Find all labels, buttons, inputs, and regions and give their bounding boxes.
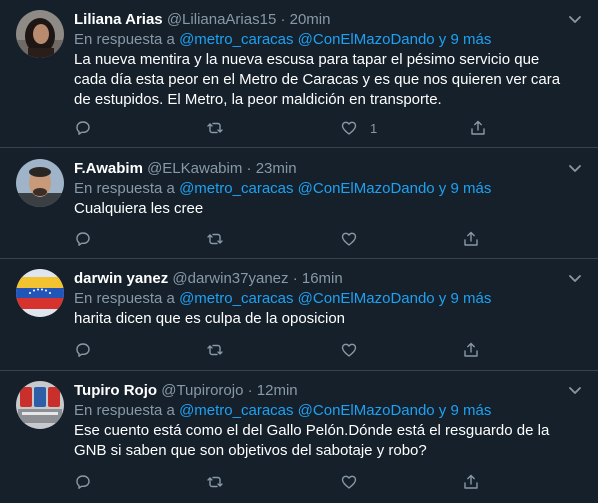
share-icon (464, 474, 478, 489)
share-button[interactable] (462, 228, 480, 250)
reply-mentions-link[interactable]: @metro_caracas @ConElMazoDando y 9 más (179, 31, 491, 48)
reply-context: En respuesta a @metro_caracas @ConElMazo… (74, 30, 584, 50)
display-name[interactable]: F.Awabim (74, 160, 143, 177)
timestamp[interactable]: 23min (256, 160, 297, 177)
like-count: 1 (370, 120, 378, 136)
heart-icon (341, 343, 357, 357)
separator-dot: · (280, 11, 286, 28)
tweet-text: harita dicen que es culpa de la oposicio… (74, 309, 584, 329)
retweet-button[interactable] (206, 228, 224, 250)
retweet-icon (207, 122, 223, 134)
tweet-text-line: Ese cuento está como el del Gallo Pelón.… (74, 422, 550, 439)
share-button[interactable] (462, 339, 480, 361)
tweet-text: Cualquiera les cree (74, 199, 584, 219)
tweet-text-line: cada día esta peor en el Metro de Caraca… (74, 71, 561, 88)
reply-button[interactable] (74, 228, 92, 250)
retweet-button[interactable] (206, 471, 224, 493)
user-handle[interactable]: @Tupirorojo (161, 382, 243, 399)
share-icon (464, 231, 478, 246)
reply-icon (76, 232, 90, 246)
heart-icon (341, 232, 357, 246)
chevron-down-icon[interactable] (566, 269, 584, 287)
avatar[interactable] (16, 269, 64, 317)
reply-prefix: En respuesta a (74, 31, 175, 48)
tweet-text-line: harita dicen que es culpa de la oposicio… (74, 310, 346, 327)
reply-mentions-link[interactable]: @metro_caracas @ConElMazoDando y 9 más (179, 290, 491, 307)
user-handle[interactable]: @ELKawabim (147, 160, 242, 177)
reply-feed: Liliana Arias @LilianaArias15 · 20min En… (0, 0, 598, 503)
tweet[interactable]: Tupiro Rojo @Tupirorojo · 12min En respu… (0, 371, 598, 503)
heart-icon (341, 121, 357, 135)
reply-button[interactable] (74, 339, 92, 361)
share-button[interactable] (462, 471, 480, 493)
tweet[interactable]: Liliana Arias @LilianaArias15 · 20min En… (0, 0, 598, 148)
reply-icon (76, 343, 90, 357)
share-button[interactable] (469, 117, 487, 139)
tweet-text-line: La nueva mentira y la nueva escusa para … (74, 51, 540, 68)
display-name[interactable]: darwin yanez (74, 270, 168, 287)
reply-context: En respuesta a @metro_caracas @ConElMazo… (74, 289, 584, 309)
share-icon (464, 342, 478, 357)
separator-dot: · (292, 270, 298, 287)
chevron-down-icon[interactable] (566, 381, 584, 399)
tweet-text: Ese cuento está como el del Gallo Pelón.… (74, 421, 584, 461)
tweet[interactable]: F.Awabim @ELKawabim · 23min En respuesta… (0, 148, 598, 259)
reply-button[interactable] (74, 471, 92, 493)
retweet-button[interactable] (206, 117, 224, 139)
timestamp[interactable]: 16min (302, 270, 343, 287)
separator-dot: · (247, 382, 253, 399)
tweet-text-line: GNB si saben que son objetivos del sabot… (74, 442, 427, 459)
reply-prefix: En respuesta a (74, 290, 175, 307)
tweet-text-line: Cualquiera les cree (74, 200, 204, 217)
like-button[interactable]: 1 (340, 117, 377, 139)
retweet-icon (207, 344, 223, 356)
tweet-text-line: de estupidos. El Metro, la peor maldició… (74, 91, 442, 108)
reply-prefix: En respuesta a (74, 402, 175, 419)
separator-dot: · (246, 160, 252, 177)
tweet-text: La nueva mentira y la nueva escusa para … (74, 50, 584, 110)
reply-mentions-link[interactable]: @metro_caracas @ConElMazoDando y 9 más (179, 402, 491, 419)
display-name[interactable]: Tupiro Rojo (74, 382, 157, 399)
reply-icon (76, 475, 90, 489)
chevron-down-icon[interactable] (566, 159, 584, 177)
retweet-icon (207, 233, 223, 245)
tweet-actions (74, 339, 584, 361)
timestamp[interactable]: 12min (257, 382, 298, 399)
like-button[interactable] (340, 339, 370, 361)
avatar[interactable] (16, 159, 64, 207)
avatar[interactable] (16, 381, 64, 429)
like-button[interactable] (340, 471, 370, 493)
user-handle[interactable]: @LilianaArias15 (167, 11, 276, 28)
tweet-actions: 1 (74, 117, 584, 139)
tweet-actions (74, 471, 584, 493)
chevron-down-icon[interactable] (566, 10, 584, 28)
reply-context: En respuesta a @metro_caracas @ConElMazo… (74, 179, 584, 199)
reply-button[interactable] (74, 117, 92, 139)
retweet-icon (207, 476, 223, 488)
like-button[interactable] (340, 228, 370, 250)
reply-prefix: En respuesta a (74, 180, 175, 197)
tweet[interactable]: darwin yanez @darwin37yanez · 16min En r… (0, 259, 598, 371)
reply-mentions-link[interactable]: @metro_caracas @ConElMazoDando y 9 más (179, 180, 491, 197)
avatar[interactable] (16, 10, 64, 58)
heart-icon (341, 475, 357, 489)
reply-icon (76, 121, 90, 135)
tweet-actions (74, 228, 584, 250)
user-handle[interactable]: @darwin37yanez (172, 270, 288, 287)
timestamp[interactable]: 20min (290, 11, 331, 28)
display-name[interactable]: Liliana Arias (74, 11, 163, 28)
reply-context: En respuesta a @metro_caracas @ConElMazo… (74, 401, 584, 421)
share-icon (471, 120, 485, 135)
retweet-button[interactable] (206, 339, 224, 361)
